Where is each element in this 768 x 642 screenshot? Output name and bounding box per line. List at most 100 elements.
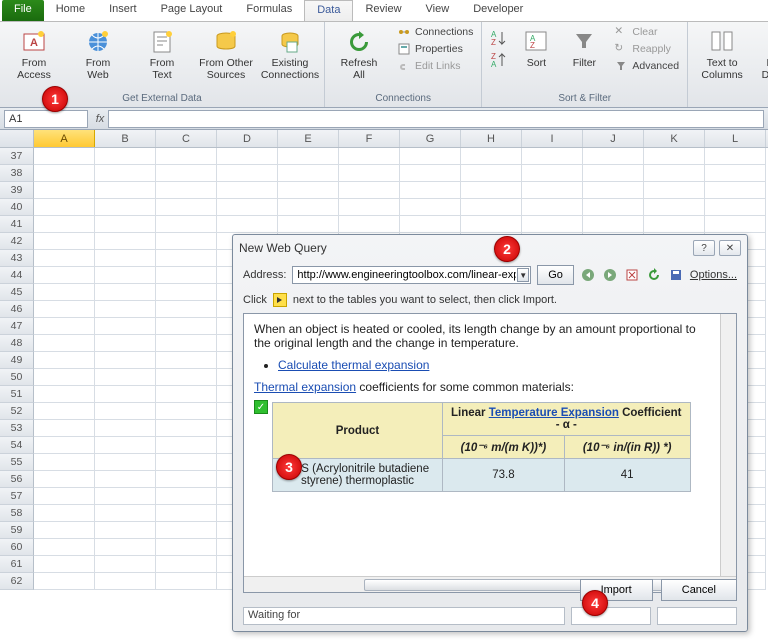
cell[interactable] — [156, 454, 217, 471]
cell[interactable] — [156, 233, 217, 250]
vertical-scrollbar[interactable] — [720, 314, 736, 576]
row-header[interactable]: 42 — [0, 233, 34, 250]
cell[interactable] — [583, 216, 644, 233]
cell[interactable] — [278, 216, 339, 233]
row-header[interactable]: 58 — [0, 505, 34, 522]
tab-insert[interactable]: Insert — [97, 0, 149, 21]
cell[interactable] — [156, 301, 217, 318]
row-header[interactable]: 52 — [0, 403, 34, 420]
cell[interactable] — [95, 199, 156, 216]
web-preview[interactable]: When an object is heated or cooled, its … — [243, 313, 737, 593]
cell[interactable] — [522, 216, 583, 233]
cell[interactable] — [34, 403, 95, 420]
refresh-page-icon[interactable] — [646, 267, 662, 283]
row-header[interactable]: 59 — [0, 522, 34, 539]
cell[interactable] — [34, 488, 95, 505]
cell[interactable] — [156, 284, 217, 301]
from-text-button[interactable]: From Text — [134, 24, 190, 81]
cell[interactable] — [339, 182, 400, 199]
cell[interactable] — [156, 267, 217, 284]
cell[interactable] — [95, 488, 156, 505]
cell[interactable] — [95, 369, 156, 386]
cell[interactable] — [34, 267, 95, 284]
formula-input[interactable] — [108, 110, 764, 128]
cell[interactable] — [34, 386, 95, 403]
cell[interactable] — [34, 318, 95, 335]
stop-icon[interactable] — [624, 267, 640, 283]
cell[interactable] — [34, 335, 95, 352]
cell[interactable] — [95, 233, 156, 250]
cell[interactable] — [34, 454, 95, 471]
row-header[interactable]: 62 — [0, 573, 34, 590]
cell[interactable] — [156, 199, 217, 216]
cell[interactable] — [583, 199, 644, 216]
fx-icon[interactable]: fx — [92, 113, 108, 125]
column-header[interactable]: L — [705, 130, 766, 147]
temp-expansion-link[interactable]: Temperature Expansion — [489, 407, 619, 419]
cell[interactable] — [156, 216, 217, 233]
tab-developer[interactable]: Developer — [461, 0, 535, 21]
cell[interactable] — [217, 165, 278, 182]
cell[interactable] — [400, 148, 461, 165]
cell[interactable] — [461, 216, 522, 233]
cell[interactable] — [705, 216, 766, 233]
cell[interactable] — [156, 539, 217, 556]
cell[interactable] — [34, 233, 95, 250]
cell[interactable] — [461, 182, 522, 199]
cell[interactable] — [34, 505, 95, 522]
cell[interactable] — [156, 505, 217, 522]
refresh-all-button[interactable]: Refresh All — [331, 24, 387, 81]
cell[interactable] — [156, 335, 217, 352]
cell[interactable] — [156, 148, 217, 165]
from-access-button[interactable]: A From Access — [6, 24, 62, 81]
cell[interactable] — [522, 199, 583, 216]
save-query-icon[interactable] — [668, 267, 684, 283]
cell[interactable] — [34, 148, 95, 165]
row-header[interactable]: 38 — [0, 165, 34, 182]
tab-page-layout[interactable]: Page Layout — [149, 0, 235, 21]
cell[interactable] — [95, 403, 156, 420]
cell[interactable] — [644, 199, 705, 216]
tab-formulas[interactable]: Formulas — [234, 0, 304, 21]
cell[interactable] — [705, 148, 766, 165]
cell[interactable] — [522, 182, 583, 199]
cell[interactable] — [34, 437, 95, 454]
cell[interactable] — [34, 352, 95, 369]
column-header[interactable]: I — [522, 130, 583, 147]
address-dropdown-icon[interactable]: ▼ — [517, 268, 529, 282]
row-header[interactable]: 53 — [0, 420, 34, 437]
row-header[interactable]: 44 — [0, 267, 34, 284]
text-to-columns-button[interactable]: Text to Columns — [694, 24, 750, 81]
name-box[interactable]: A1 — [4, 110, 88, 128]
cell[interactable] — [95, 471, 156, 488]
cell[interactable] — [583, 148, 644, 165]
table-select-checkbox[interactable]: ✓ — [254, 400, 268, 414]
cell[interactable] — [217, 199, 278, 216]
cell[interactable] — [156, 318, 217, 335]
close-button[interactable]: ✕ — [719, 240, 741, 256]
cell[interactable] — [583, 182, 644, 199]
cell[interactable] — [34, 556, 95, 573]
cell[interactable] — [156, 352, 217, 369]
row-header[interactable]: 50 — [0, 369, 34, 386]
column-header[interactable]: K — [644, 130, 705, 147]
cell[interactable] — [95, 148, 156, 165]
cell[interactable] — [95, 386, 156, 403]
cell[interactable] — [278, 182, 339, 199]
cell[interactable] — [95, 318, 156, 335]
cell[interactable] — [34, 284, 95, 301]
cell[interactable] — [34, 573, 95, 590]
go-button[interactable]: Go — [537, 265, 574, 285]
cell[interactable] — [34, 199, 95, 216]
tab-data[interactable]: Data — [304, 0, 353, 21]
reapply-button[interactable]: ↻Reapply — [612, 41, 681, 57]
column-header[interactable]: D — [217, 130, 278, 147]
cell[interactable] — [705, 182, 766, 199]
cell[interactable] — [400, 216, 461, 233]
cell[interactable] — [34, 250, 95, 267]
cell[interactable] — [217, 216, 278, 233]
cell[interactable] — [278, 199, 339, 216]
column-header[interactable]: E — [278, 130, 339, 147]
row-header[interactable]: 56 — [0, 471, 34, 488]
column-header[interactable]: H — [461, 130, 522, 147]
